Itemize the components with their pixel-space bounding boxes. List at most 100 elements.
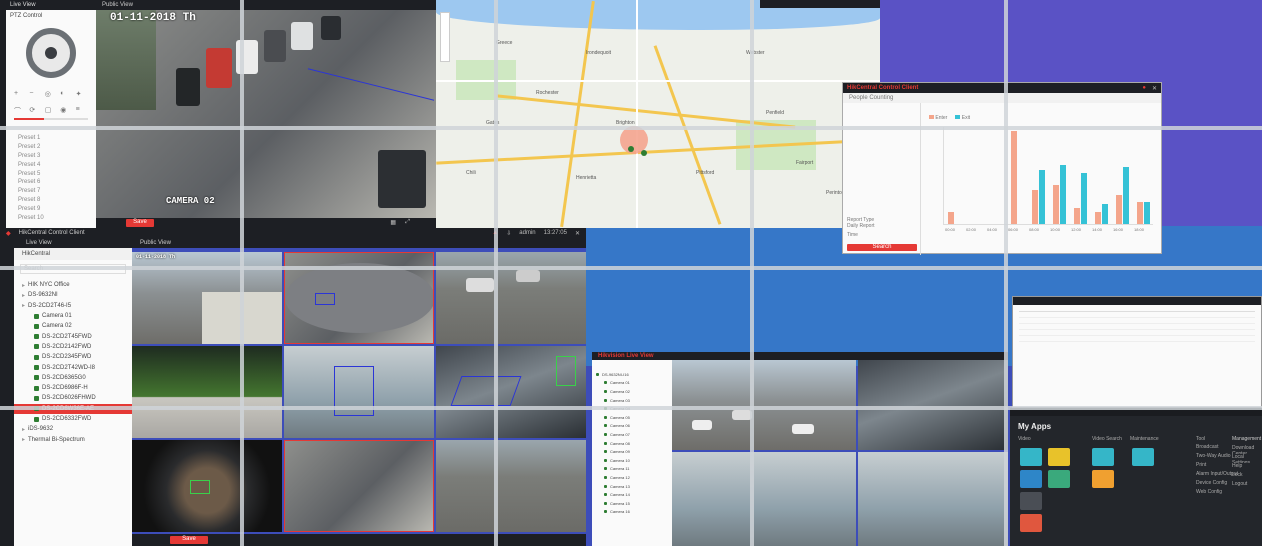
expand-arrow-icon[interactable]: ▸ — [22, 436, 25, 443]
preset-item[interactable]: Preset 6 — [16, 178, 92, 187]
tree-item[interactable]: DS-2CD6986F-H — [14, 383, 132, 393]
camera-tile-fisheye[interactable] — [132, 440, 282, 532]
tree-item[interactable]: Camera 02 — [14, 321, 132, 331]
camera-tile-rooftop[interactable] — [858, 360, 1008, 450]
tree-item[interactable]: Camera 13 — [592, 482, 672, 491]
user-label[interactable]: admin — [519, 230, 535, 236]
tab-live-view[interactable]: Live View — [26, 240, 52, 246]
tree-item[interactable]: ▸ HIK NYC Office — [14, 280, 132, 290]
tree-item[interactable]: DS-2CD6365G0 — [14, 373, 132, 383]
app-video-search-icon[interactable] — [1092, 448, 1114, 466]
tree-item[interactable]: Camera 08 — [592, 439, 672, 448]
layout-icon[interactable]: ▦ — [390, 219, 396, 226]
focus-icon[interactable]: ◎ — [45, 90, 57, 103]
tree-item[interactable]: ▸ DS-2CD2T46-I5 — [14, 301, 132, 311]
tree-item[interactable]: Camera 10 — [592, 456, 672, 465]
tree-item[interactable]: DS-2CD2T42WD-I8 — [14, 362, 132, 372]
app-playback-icon[interactable] — [1048, 448, 1070, 466]
zoom-out-icon[interactable]: − — [29, 90, 41, 103]
tree-item[interactable]: Camera 07 — [592, 430, 672, 439]
close-icon[interactable]: ✕ — [1152, 85, 1157, 92]
preset-item[interactable]: Preset 9 — [16, 204, 92, 213]
tree-item[interactable]: Camera 01 — [14, 311, 132, 321]
tab-public-view[interactable]: Public View — [140, 240, 171, 246]
tree-item[interactable]: DS-2CD6026FHWD — [14, 393, 132, 403]
map-camera-marker[interactable] — [628, 146, 634, 152]
tree-item[interactable]: Camera 02 — [592, 387, 672, 396]
tree-item[interactable]: ▸ DS-9632NI — [14, 290, 132, 300]
tree-item[interactable]: Camera 06 — [592, 422, 672, 431]
app-map-icon[interactable] — [1020, 470, 1042, 488]
zoom-in-icon[interactable]: + — [14, 90, 26, 103]
tree-item[interactable]: ▸ Thermal Bi-Spectrum — [14, 434, 132, 444]
map-camera-marker[interactable] — [641, 150, 647, 156]
tree-item[interactable]: Camera 11 — [592, 465, 672, 474]
download-icon[interactable]: ⇩ — [506, 230, 511, 237]
tree-item[interactable]: Camera 14 — [592, 490, 672, 499]
map-zoom-control[interactable] — [440, 12, 450, 62]
tree-item[interactable]: DS-9632NI-I16 — [592, 370, 672, 379]
tree-root-row[interactable]: HikCentral — [14, 248, 132, 260]
camera-tile-reception[interactable] — [672, 452, 856, 546]
expand-arrow-icon[interactable]: ▸ — [22, 292, 25, 299]
tree-item[interactable]: ▸ iDS-9632 — [14, 424, 132, 434]
fullscreen-icon[interactable]: ⤢ — [405, 219, 410, 226]
search-button[interactable]: Search — [847, 244, 917, 251]
preset-item[interactable]: Preset 3 — [16, 152, 92, 161]
camera-tile-parking-lot[interactable]: 01-11-2018 Th CAMERA 02 — [96, 10, 436, 218]
app-alarm-center-icon[interactable] — [1092, 470, 1114, 488]
tree-item[interactable]: Camera 12 — [592, 473, 672, 482]
camera-tile-hall[interactable] — [858, 452, 1008, 546]
tree-item[interactable]: DS-2CD2345FWD — [14, 352, 132, 362]
camera-tile-entrance[interactable] — [436, 346, 586, 438]
ptz-speed-slider[interactable] — [14, 118, 88, 120]
table-row[interactable] — [1019, 336, 1255, 342]
light-icon[interactable]: ✦ — [76, 90, 88, 103]
mgmt-link[interactable]: Management — [1232, 436, 1262, 445]
preset-item[interactable]: Preset 2 — [16, 143, 92, 152]
alarm-icon[interactable]: ● — [1142, 85, 1146, 91]
preset-item[interactable]: Preset 7 — [16, 187, 92, 196]
tree-item[interactable]: Camera 05 — [592, 413, 672, 422]
app-health-check-icon[interactable] — [1132, 448, 1154, 466]
ptz-center-button[interactable] — [45, 47, 57, 59]
report-type-select[interactable]: Daily Report — [847, 223, 916, 229]
mgmt-link[interactable]: Local Settings — [1232, 454, 1262, 463]
tree-item[interactable]: Camera 09 — [592, 447, 672, 456]
preset-item[interactable]: Preset 5 — [16, 169, 92, 178]
tree-item[interactable]: Camera 01 — [592, 379, 672, 388]
tree-item[interactable]: DS-2CD2142FWD — [14, 342, 132, 352]
tool-link[interactable]: Web Config — [1196, 489, 1238, 498]
app-search-icon[interactable] — [1020, 492, 1042, 510]
mgmt-link[interactable]: Lock — [1232, 472, 1262, 481]
camera-tile-corridor[interactable] — [284, 440, 434, 532]
mgmt-link[interactable]: Help — [1232, 463, 1262, 472]
save-button-top[interactable]: Save — [126, 219, 154, 227]
save-button[interactable]: Save — [170, 536, 208, 544]
app-access-control-icon[interactable] — [1020, 514, 1042, 532]
mgmt-link[interactable]: Download Center — [1232, 445, 1262, 454]
preset-item[interactable]: Preset 8 — [16, 196, 92, 205]
map-view[interactable]: Rochester Greece Irondequoit Webster Bri… — [436, 0, 880, 228]
tree-item[interactable]: Camera 16 — [592, 508, 672, 517]
expand-arrow-icon[interactable]: ▸ — [22, 426, 25, 433]
iris-icon[interactable]: ◐ — [60, 90, 72, 103]
preset-item[interactable]: Preset 10 — [16, 213, 92, 222]
ptz-direction-wheel[interactable] — [26, 28, 76, 78]
tree-item[interactable]: DS-2CD6332FWD — [14, 414, 132, 424]
expand-arrow-icon[interactable]: ▸ — [22, 302, 25, 309]
camera-tile-lobby[interactable] — [284, 346, 434, 438]
window-close-icon[interactable]: ✕ — [575, 230, 580, 237]
tree-item[interactable]: Camera 03 — [592, 396, 672, 405]
tree-item[interactable]: Camera 15 — [592, 499, 672, 508]
expand-arrow-icon[interactable]: ▸ — [22, 282, 25, 289]
preset-item[interactable]: Preset 4 — [16, 160, 92, 169]
tree-item[interactable]: DS-2CD2T45FWD — [14, 331, 132, 341]
camera-tile-parking-3[interactable] — [436, 440, 586, 532]
app-live-view-icon[interactable] — [1020, 448, 1042, 466]
camera-tile-garden[interactable] — [132, 346, 282, 438]
camera-tile-lot-a[interactable] — [672, 360, 856, 450]
tab-people-counting[interactable]: People Counting — [849, 95, 893, 101]
preset-item[interactable]: Preset 1 — [16, 134, 92, 143]
mgmt-link[interactable]: Logout — [1232, 481, 1262, 490]
